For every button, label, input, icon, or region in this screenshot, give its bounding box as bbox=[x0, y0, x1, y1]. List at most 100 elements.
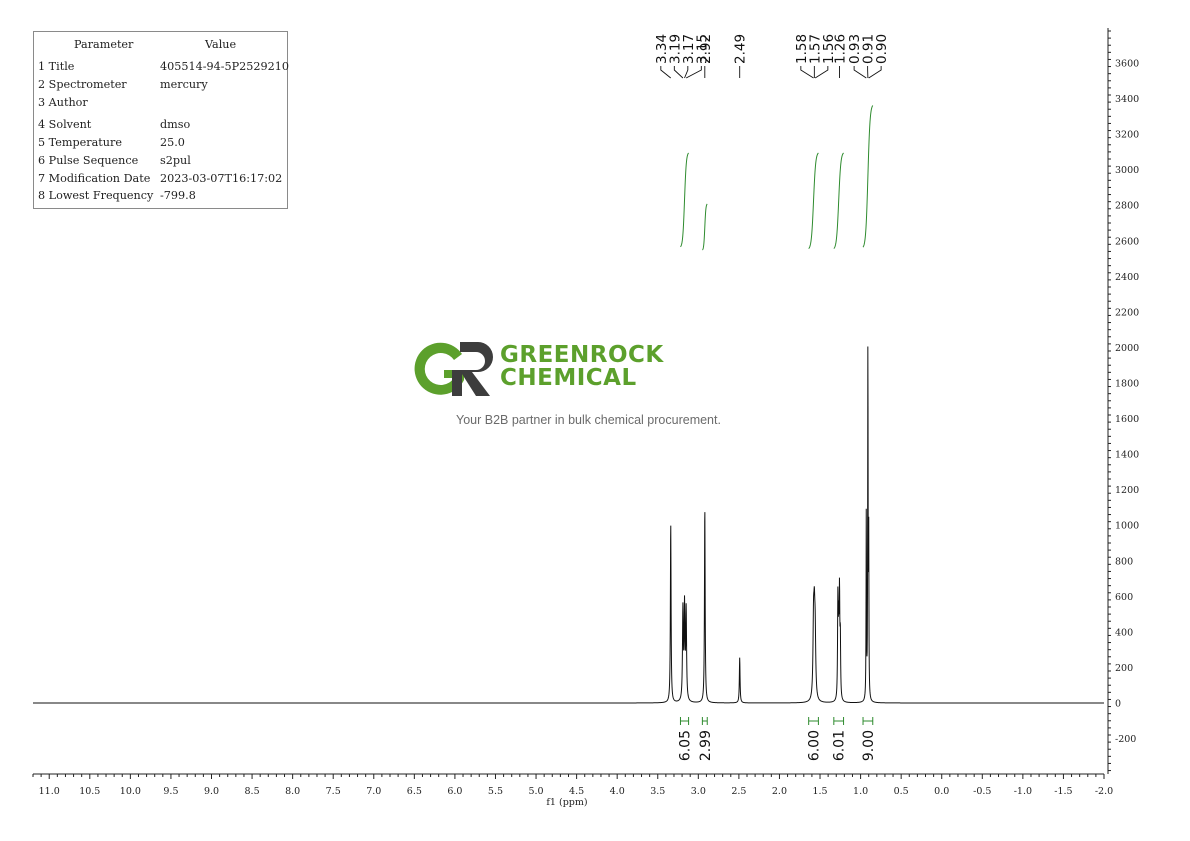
peak-leader-line bbox=[814, 66, 829, 79]
x-tick-label: 5.0 bbox=[528, 786, 543, 797]
x-tick-label: 3.5 bbox=[650, 786, 665, 797]
parameter-row: 7 Modification Date 2023-03-07T16:17:02 bbox=[38, 172, 285, 188]
y-tick-label: -200 bbox=[1115, 734, 1136, 745]
x-tick-label: 0.0 bbox=[934, 786, 949, 797]
peak-leader-line bbox=[800, 66, 814, 79]
x-axis: 11.0 10.5 10.0 9.5 9.0 8.5 8.0 7.5 7.0 6.5 6.0 5.5 5… bbox=[32, 773, 1113, 797]
parameter-value: -799.8 bbox=[160, 189, 196, 202]
parameter-row: 1 Title 405514-94-5P2529210 bbox=[38, 60, 289, 76]
x-tick-label: 10.5 bbox=[79, 786, 100, 797]
x-tick-label: 4.0 bbox=[610, 786, 625, 797]
x-tick-label: 8.0 bbox=[285, 786, 300, 797]
peak-label: 2.49 bbox=[733, 34, 749, 64]
x-tick-label: 4.5 bbox=[569, 786, 584, 797]
y-tick-label: 1200 bbox=[1115, 485, 1139, 496]
x-tick-label: 2.5 bbox=[731, 786, 746, 797]
parameter-row: 5 Temperature 25.0 bbox=[38, 136, 285, 152]
x-tick-label: 9.5 bbox=[163, 786, 178, 797]
x-tick-label: 1.0 bbox=[853, 786, 868, 797]
parameter-key: 4 Solvent bbox=[38, 118, 92, 131]
y-tick-label: 1800 bbox=[1115, 379, 1139, 390]
y-tick-label: 1400 bbox=[1115, 450, 1139, 461]
x-tick-label: 8.5 bbox=[245, 786, 260, 797]
x-tick-label: -1.5 bbox=[1054, 786, 1072, 797]
y-tick-label: 800 bbox=[1115, 556, 1133, 567]
parameter-row: 6 Pulse Sequence s2pul bbox=[38, 154, 285, 170]
x-tick-label: -0.5 bbox=[973, 786, 991, 797]
integral-curve bbox=[680, 152, 689, 248]
value-header: Value bbox=[205, 38, 237, 51]
parameter-row: 8 Lowest Frequency -799.8 bbox=[38, 189, 285, 205]
parameter-key: 3 Author bbox=[38, 96, 88, 109]
x-tick-label: 2.0 bbox=[772, 786, 787, 797]
parameter-row: 3 Author bbox=[38, 96, 285, 112]
peak-labels: 3.343.193.173.152.92 2.49 1.581.571.561.26… bbox=[654, 34, 890, 79]
parameter-value: 2023-03-07T16:17:02 bbox=[160, 172, 283, 185]
x-axis-label: f1 (ppm) bbox=[546, 797, 587, 808]
peak-label: 2.92 bbox=[698, 34, 714, 64]
x-tick-label: 10.0 bbox=[120, 786, 141, 797]
parameter-key: 6 Pulse Sequence bbox=[38, 154, 139, 167]
brand-tagline: Your B2B partner in bulk chemical procur… bbox=[456, 413, 721, 427]
x-tick-label: 9.0 bbox=[204, 786, 219, 797]
x-tick-label: 7.0 bbox=[366, 786, 381, 797]
y-tick-label: 1600 bbox=[1115, 414, 1139, 425]
x-tick-label: 6.5 bbox=[407, 786, 422, 797]
integration-value: 6.05 bbox=[678, 730, 694, 761]
peak-leader-line bbox=[684, 66, 689, 79]
parameter-key: 5 Temperature bbox=[38, 136, 122, 149]
integration-value: 2.99 bbox=[698, 730, 714, 761]
parameter-value: dmso bbox=[160, 118, 191, 131]
parameter-key: 2 Spectrometer bbox=[38, 78, 127, 91]
integration-bars: 6.05 2.99 6.00 6.01 9.00 bbox=[678, 717, 877, 761]
integral-curves bbox=[680, 105, 874, 251]
parameter-row: 4 Solvent dmso bbox=[38, 118, 285, 134]
y-tick-label: 600 bbox=[1115, 592, 1133, 603]
parameter-key: 7 Modification Date bbox=[38, 172, 151, 185]
y-tick-label: 200 bbox=[1115, 663, 1133, 674]
y-tick-label: 3200 bbox=[1115, 130, 1139, 141]
y-tick-label: 2000 bbox=[1115, 343, 1139, 354]
x-tick-label: 11.0 bbox=[39, 786, 60, 797]
y-tick-label: 3400 bbox=[1115, 94, 1139, 105]
parameter-value: 25.0 bbox=[160, 136, 185, 149]
integration-value: 6.01 bbox=[832, 730, 848, 761]
x-tick-label: 6.0 bbox=[447, 786, 462, 797]
parameter-table: Parameter Value 1 Title 405514-94-5P25292… bbox=[33, 31, 289, 209]
y-tick-label: 2400 bbox=[1115, 272, 1139, 283]
x-tick-label: 5.5 bbox=[488, 786, 503, 797]
peak-label: 0.90 bbox=[874, 34, 890, 64]
x-tick-label: -1.0 bbox=[1014, 786, 1032, 797]
y-tick-label: 2600 bbox=[1115, 236, 1139, 247]
parameter-key: 1 Title bbox=[38, 60, 75, 73]
x-tick-label: 1.5 bbox=[812, 786, 827, 797]
parameter-row: 2 Spectrometer mercury bbox=[38, 78, 285, 94]
integral-curve bbox=[702, 203, 708, 251]
integration-value: 6.00 bbox=[807, 730, 823, 761]
x-tick-label: 3.0 bbox=[691, 786, 706, 797]
peak-leader-line bbox=[673, 66, 684, 79]
integral-curve bbox=[862, 105, 874, 248]
peak-leader-line bbox=[685, 66, 702, 79]
parameter-header: Parameter bbox=[74, 38, 134, 51]
parameter-key: 8 Lowest Frequency bbox=[38, 189, 154, 202]
peak-leader-line bbox=[868, 66, 882, 79]
parameter-value: mercury bbox=[160, 78, 208, 91]
x-tick-label: 7.5 bbox=[326, 786, 341, 797]
y-tick-label: 3600 bbox=[1115, 59, 1139, 70]
integration-value: 9.00 bbox=[861, 730, 877, 761]
parameter-value: 405514-94-5P2529210 bbox=[160, 60, 289, 73]
y-axis: 3600340032003000280026002400220020001800… bbox=[1107, 28, 1139, 774]
y-tick-label: 3000 bbox=[1115, 165, 1139, 176]
y-tick-label: 2200 bbox=[1115, 307, 1139, 318]
gr-monogram-icon bbox=[414, 342, 493, 396]
y-tick-label: 0 bbox=[1115, 699, 1121, 710]
peak-leader-line bbox=[853, 66, 867, 79]
integral-curve bbox=[808, 152, 819, 249]
y-tick-label: 1000 bbox=[1115, 521, 1139, 532]
peak-leader-line bbox=[660, 66, 672, 79]
integral-curve bbox=[833, 152, 844, 249]
brand-line-2: CHEMICAL bbox=[500, 365, 637, 391]
peak-label: 1.26 bbox=[832, 34, 848, 64]
x-tick-label: 0.5 bbox=[894, 786, 909, 797]
